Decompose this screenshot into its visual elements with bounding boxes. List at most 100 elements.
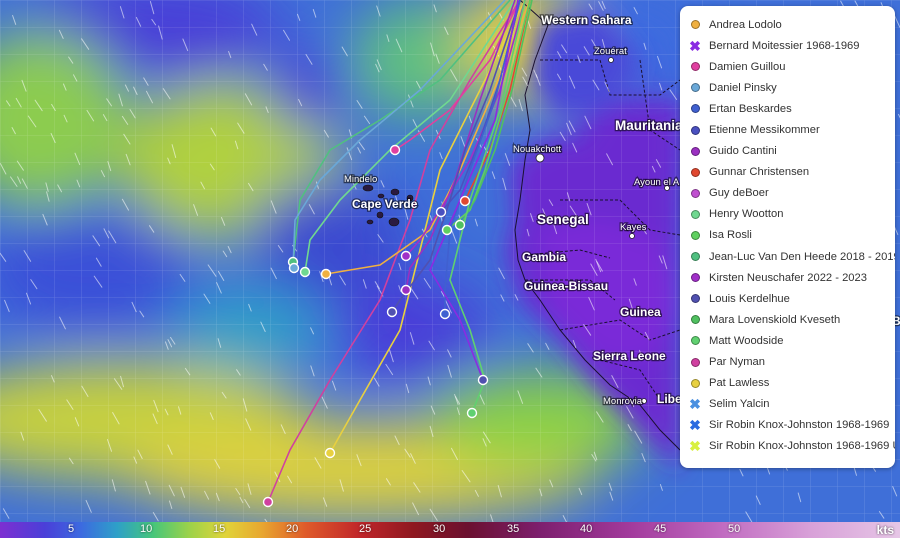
legend-item[interactable]: Andrea Lodolo [688,14,895,35]
scale-tick: 25 [359,523,372,535]
scale-tick: 35 [507,523,520,535]
legend-item[interactable]: Damien Guillou [688,56,895,77]
legend-label: Bernard Moitessier 1968-1969 [709,39,860,52]
legend-item[interactable]: Kirsten Neuschafer 2022 - 2023 [688,267,895,288]
legend-label: Sir Robin Knox-Johnston 1968-1969 [709,419,890,432]
legend-label: Matt Woodside [709,334,784,347]
marker-louis [386,306,398,318]
scale-tick: 20 [286,523,299,535]
legend-item[interactable]: Etienne Messikommer [688,119,895,140]
city-dot-zouerat [608,57,614,63]
legend-item[interactable]: ✖ Sir Robin Knox-Johnston 1968-1969 [688,415,895,436]
dot-icon [688,102,702,116]
label-cape-verde: Cape Verde [352,197,418,211]
label-guinea-bissau: Guinea-Bissau [524,279,608,293]
dot-icon [688,123,702,137]
label-mindelo: Mindelo [344,174,377,185]
legend-label: Kirsten Neuschafer 2022 - 2023 [709,271,867,284]
city-dot-monrovia [641,398,647,404]
marker-isa-rosli [441,224,453,236]
label-sierra-leone: Sierra Leone [593,349,666,363]
legend-label: Par Nyman [709,356,765,369]
dot-icon [688,207,702,221]
marker-gunnar [459,195,471,207]
legend-label: Andrea Lodolo [709,18,782,31]
legend-label: Guido Cantini [709,145,777,158]
label-senegal: Senegal [537,212,589,227]
label-liberia-partial: Libe [657,392,682,406]
scale-unit: kts [876,523,894,537]
dot-icon [688,165,702,179]
legend-item[interactable]: Jean-Luc Van Den Heede 2018 - 2019 [688,246,895,267]
legend-item[interactable]: Ertan Beskardes [688,98,895,119]
dot-icon [688,250,702,264]
legend-label: Mara Lovenskiold Kveseth [709,313,841,326]
label-mauritania: Mauritania [615,118,683,133]
dot-icon [688,271,702,285]
cross-icon: ✖ [689,396,701,413]
marker-mara [454,219,466,231]
dot-icon [688,186,702,200]
scale-tick: 30 [433,523,446,535]
legend-label: Etienne Messikommer [709,124,820,137]
dot-icon [688,334,702,348]
marker-daniel-pinsky [288,262,300,274]
scale-tick: 50 [728,523,741,535]
legend-item[interactable]: ✖ Selim Yalcin [688,394,895,415]
dot-icon [688,81,702,95]
legend-item[interactable]: Matt Woodside [688,330,895,351]
boat-legend: Andrea Lodolo ✖ Bernard Moitessier 1968-19… [680,6,895,468]
marker-guy-deboer [477,374,489,386]
label-guinea: Guinea [620,305,661,319]
legend-label: Pat Lawless [709,377,770,390]
legend-label: Selim Yalcin [709,398,770,411]
legend-item[interactable]: Par Nyman [688,352,895,373]
dot-icon [688,376,702,390]
marker-henry-wootton [299,266,311,278]
marker-kirsten [400,250,412,262]
label-nouakchott: Nouakchott [513,144,561,155]
map-view[interactable]: Western Sahara Mauritania Senegal Gambia… [0,0,900,538]
marker-etienne [435,206,447,218]
label-ayoun: Ayoun el A [634,177,680,188]
marker-andrea-lodolo [320,268,332,280]
legend-item[interactable]: Henry Wootton [688,204,895,225]
scale-tick: 5 [68,523,75,535]
legend-label: Guy deBoer [709,187,769,200]
legend-label: Sir Robin Knox-Johnston 1968-1969 Upd [709,440,895,453]
legend-item[interactable]: Isa Rosli [688,225,895,246]
legend-item[interactable]: Gunnar Christensen [688,162,895,183]
wind-speed-scale: 5 10 15 20 25 30 35 40 45 50 kts [0,522,900,538]
dot-icon [688,18,702,32]
cross-icon: ✖ [689,438,701,455]
legend-label: Gunnar Christensen [709,166,810,179]
marker-pat-lawless [324,447,336,459]
scale-tick: 45 [654,523,667,535]
dot-icon [688,60,702,74]
label-western-sahara: Western Sahara [541,13,632,27]
legend-item[interactable]: Guy deBoer [688,183,895,204]
legend-label: Jean-Luc Van Den Heede 2018 - 2019 [709,250,895,263]
dot-icon [688,355,702,369]
legend-item[interactable]: Daniel Pinsky [688,77,895,98]
label-zouerat: Zouérat [594,46,627,57]
legend-item[interactable]: Guido Cantini [688,141,895,162]
scale-tick: 40 [580,523,593,535]
legend-item[interactable]: Mara Lovenskiold Kveseth [688,309,895,330]
dot-icon [688,228,702,242]
cross-icon: ✖ [689,37,701,54]
legend-label: Damien Guillou [709,60,786,73]
legend-item[interactable]: Louis Kerdelhue [688,288,895,309]
legend-item[interactable]: Pat Lawless [688,373,895,394]
marker-par-nyman [262,496,274,508]
marker-guido [400,284,412,296]
legend-label: Daniel Pinsky [709,81,777,94]
marker-matt [466,407,478,419]
legend-label: Isa Rosli [709,229,752,242]
dot-icon [688,292,702,306]
legend-item[interactable]: ✖ Bernard Moitessier 1968-1969 [688,35,895,56]
legend-item[interactable]: ✖ Sir Robin Knox-Johnston 1968-1969 Upd [688,436,895,457]
legend-label: Henry Wootton [709,208,784,221]
cross-icon: ✖ [689,417,701,434]
marker-ertan [439,308,451,320]
